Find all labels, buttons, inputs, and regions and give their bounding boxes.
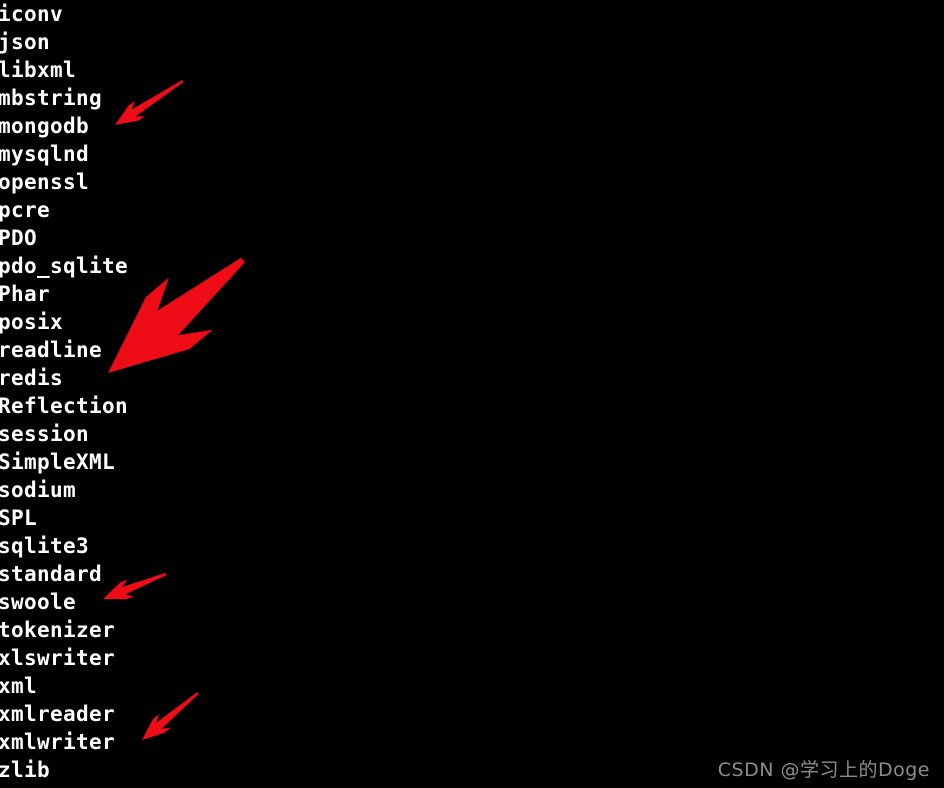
terminal-line: xmlwriter — [0, 730, 115, 754]
terminal-line: session — [0, 422, 89, 446]
terminal-line: SimpleXML — [0, 450, 115, 474]
terminal-line: libxml — [0, 58, 76, 82]
terminal-line: zlib — [0, 758, 50, 782]
terminal-line: pdo_sqlite — [0, 254, 128, 278]
terminal-line: pcre — [0, 198, 50, 222]
terminal-line: mbstring — [0, 86, 102, 110]
csdn-watermark: CSDN @学习上的Doge — [717, 759, 930, 781]
terminal-line: posix — [0, 310, 63, 334]
terminal-screen: iconv json libxml mbstring mongodb mysqlnd ope… — [0, 0, 944, 788]
terminal-line: mongodb — [0, 114, 89, 138]
terminal-line: mysqlnd — [0, 142, 89, 166]
terminal-output-list: iconv json libxml mbstring mongodb mysqlnd ope… — [0, 0, 698, 784]
terminal-line: sqlite3 — [0, 534, 89, 558]
terminal-line: readline — [0, 338, 102, 362]
terminal-line: xml — [0, 674, 37, 698]
terminal-line: sodium — [0, 478, 76, 502]
terminal-line: Phar — [0, 282, 50, 306]
terminal-line: Reflection — [0, 394, 128, 418]
terminal-line: SPL — [0, 506, 37, 530]
terminal-line: xlswriter — [0, 646, 115, 670]
terminal-line: swoole — [0, 590, 76, 614]
terminal-line: json — [0, 30, 50, 54]
terminal-line: redis — [0, 366, 63, 390]
terminal-line: PDO — [0, 226, 37, 250]
terminal-line: openssl — [0, 170, 89, 194]
terminal-line: xmlreader — [0, 702, 115, 726]
terminal-line: tokenizer — [0, 618, 115, 642]
terminal-line: standard — [0, 562, 102, 586]
terminal-line: iconv — [0, 2, 63, 26]
